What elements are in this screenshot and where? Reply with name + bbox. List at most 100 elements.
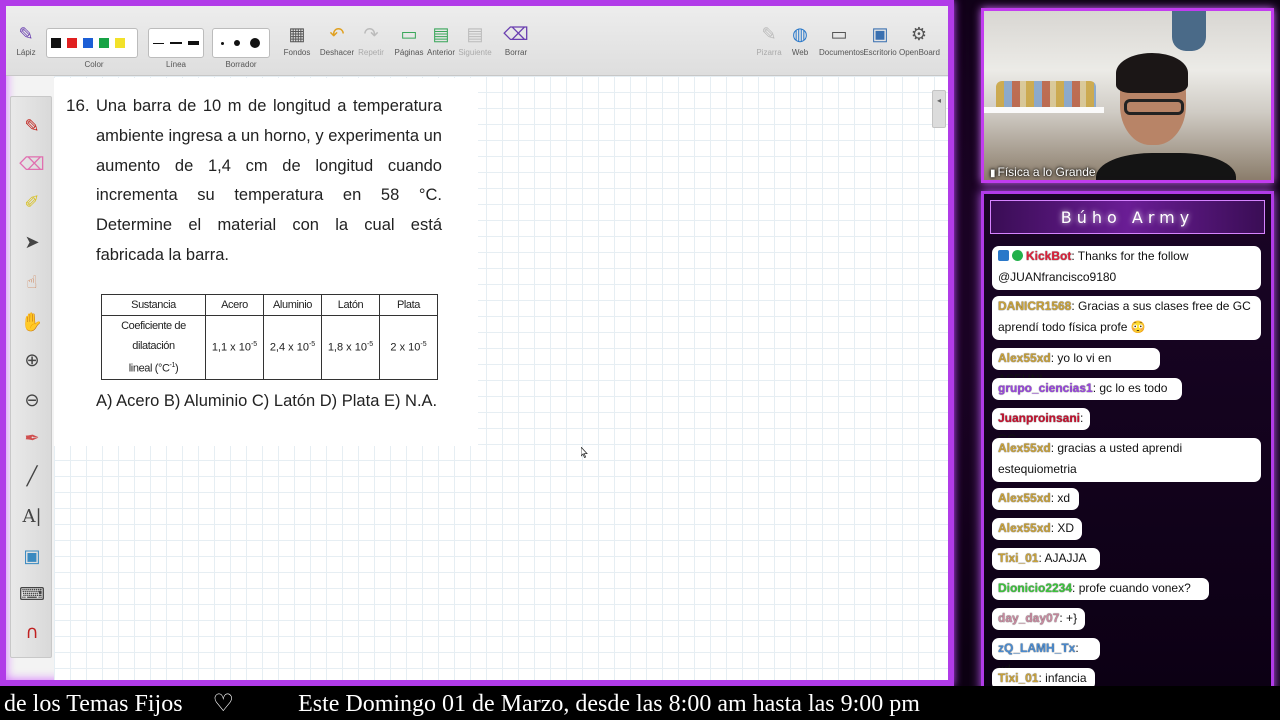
desktop-icon: ▣ [871,24,889,44]
table-cell: 2 x 10-5 [379,315,438,380]
pencil-tool[interactable]: ✎ Lápiz [6,20,46,57]
page-scroll-handle[interactable]: ◂ [932,90,946,128]
chat-panel: Búho Army KickBot: Thanks for the follow… [981,191,1274,693]
select-arrow-icon[interactable]: ➤ [18,229,46,257]
folder-icon: ▭ [830,24,848,44]
pan-hand-icon[interactable]: ✋ [18,309,46,337]
chat-message: Alex55xd: gracias a usted aprendi estequ… [992,438,1261,482]
eraser-small[interactable] [221,41,224,45]
glasses-icon [1124,99,1184,115]
table-cell: 1,1 x 10-5 [205,315,264,380]
webcam-caption: ▮ Física a lo Grande [990,165,1096,179]
eraser-tool-icon[interactable]: ⌫ [18,151,46,179]
keyboard-icon[interactable]: ⌨ [18,581,46,609]
question-text: Una barra de 10 m de longitud a temperat… [96,97,442,264]
chat-message-text: : profe cuando vonex? [1072,581,1191,595]
chat-username[interactable]: Alex55xd [998,491,1051,505]
chat-message: DANICR1568: Gracias a sus clases free de… [992,296,1261,340]
bot-badge-icon [998,250,1009,261]
chat-message: grupo_ciencias1: gc lo es todo [992,378,1182,400]
line-medium[interactable] [170,42,182,44]
web-button[interactable]: ◍ Web [780,20,820,57]
color-swatch-green[interactable] [99,38,109,48]
color-swatch-black[interactable] [51,38,61,48]
chat-message-text: : XD [1050,521,1075,535]
chat-username[interactable]: Alex55xd [998,351,1051,365]
signal-bars-icon: ▮ [990,168,996,179]
chat-message: zQ_LAMH_Tx: xd [992,638,1100,676]
stream-layout: ✎ Lápiz Color Línea Borrador ▦ Fondos ↶ … [0,0,1280,720]
bottom-ticker: de los Temas Fijos ♡ Este Domingo 01 de Ma… [0,686,1280,720]
answer-options: A) Acero B) Aluminio C) Latón D) Plata E… [96,392,438,410]
zoom-in-icon[interactable]: ⊕ [18,347,46,375]
chat-message-text: : infancia [1038,671,1087,685]
row-label-cell: Coeficiente de dilatación lineal (°C-1) [101,315,206,380]
question-number: 16. [66,96,90,115]
eraser-medium[interactable] [234,40,240,46]
color-label: Color [84,60,104,69]
magnet-icon[interactable]: ∩ [18,619,46,647]
table-header: Aluminio [263,294,322,316]
color-swatch-red[interactable] [67,38,77,48]
color-swatch-yellow[interactable] [115,38,125,48]
chat-username[interactable]: Tixi_01 [998,671,1038,685]
chat-username[interactable]: grupo_ciencias1 [998,381,1093,395]
documents-button[interactable]: ▭ Documentos [819,20,864,57]
text-tool-icon[interactable]: A| [18,503,46,531]
mouse-cursor-icon [581,447,588,458]
capture-tool-icon[interactable]: ▣ [18,543,46,571]
table-header: Latón [321,294,380,316]
chat-message: KickBot: Thanks for the follow @JUANfran… [992,246,1261,290]
eraser-large[interactable] [250,38,260,48]
backgrounds-button[interactable]: ▦ Fondos [277,20,317,57]
line-tool-icon[interactable]: ╱ [18,463,46,491]
chat-message: day_day07: +} [992,608,1085,630]
chat-username[interactable]: zQ_LAMH_Tx [998,641,1075,655]
chat-message: Juanproinsani: GC [992,408,1090,446]
chat-username[interactable]: DANICR1568 [998,299,1071,313]
webcam-feed: ▮ Física a lo Grande [981,8,1274,183]
clear-icon: ⌫ [503,24,529,44]
chat-username[interactable]: KickBot [1026,249,1071,263]
line-style-group [148,28,204,58]
chat-username[interactable]: Juanproinsani [998,411,1080,425]
shelf-figurines [996,81,1096,107]
openboard-menu-button[interactable]: ⚙ OpenBoard [899,20,940,57]
table-cell: 2,4 x 10-5 [263,315,322,380]
ticker-text: de los Temas Fijos ♡ Este Domingo 01 de Ma… [4,691,920,717]
heart-icon: ♡ [212,691,235,717]
chat-username[interactable]: day_day07 [998,611,1059,625]
chat-username[interactable]: Tixi_01 [998,551,1038,565]
presenter [1096,53,1236,180]
line-thin[interactable] [153,42,165,44]
line-thick[interactable] [187,41,199,45]
chat-message: Dionicio2234: profe cuando vonex? [992,578,1209,600]
zoom-out-icon[interactable]: ⊖ [18,387,46,415]
table-row: Coeficiente de dilatación lineal (°C-1) … [101,315,438,380]
pen-tool-icon[interactable]: ✎ [18,113,46,141]
chat-username[interactable]: Alex55xd [998,441,1051,455]
marker-tool-icon[interactable]: ✐ [18,189,46,217]
top-toolbar: ✎ Lápiz Color Línea Borrador ▦ Fondos ↶ … [6,6,948,76]
table-header: Sustancia [101,294,206,316]
chat-username[interactable]: Dionicio2234 [998,581,1072,595]
chat-message-text: : AJAJJA [1038,551,1087,565]
chat-message-text: : xd [1050,491,1071,505]
next-page-button[interactable]: ▤ Siguiente [455,20,495,57]
color-swatch-blue[interactable] [83,38,93,48]
laser-pointer-icon[interactable]: ✒ [18,425,46,453]
table-cell: 1,8 x 10-5 [321,315,380,380]
wall-lamp [1172,11,1206,51]
desktop-button[interactable]: ▣ Escritorio [860,20,900,57]
redo-button[interactable]: ↷ Repetir [351,20,391,57]
chat-title: Búho Army [990,200,1265,234]
table-header-row: Sustancia Acero Aluminio Latón Plata [101,294,438,316]
line-label: Línea [165,60,187,69]
chat-username[interactable]: Alex55xd [998,521,1051,535]
material-table: Sustancia Acero Aluminio Latón Plata Coe… [101,294,438,380]
table-header: Acero [205,294,264,316]
next-page-icon: ▤ [466,24,484,44]
interact-hand-icon[interactable]: ☝ [18,269,46,297]
clear-button[interactable]: ⌫ Borrar [496,20,536,57]
chat-message: Alex55xd: xd [992,488,1079,510]
